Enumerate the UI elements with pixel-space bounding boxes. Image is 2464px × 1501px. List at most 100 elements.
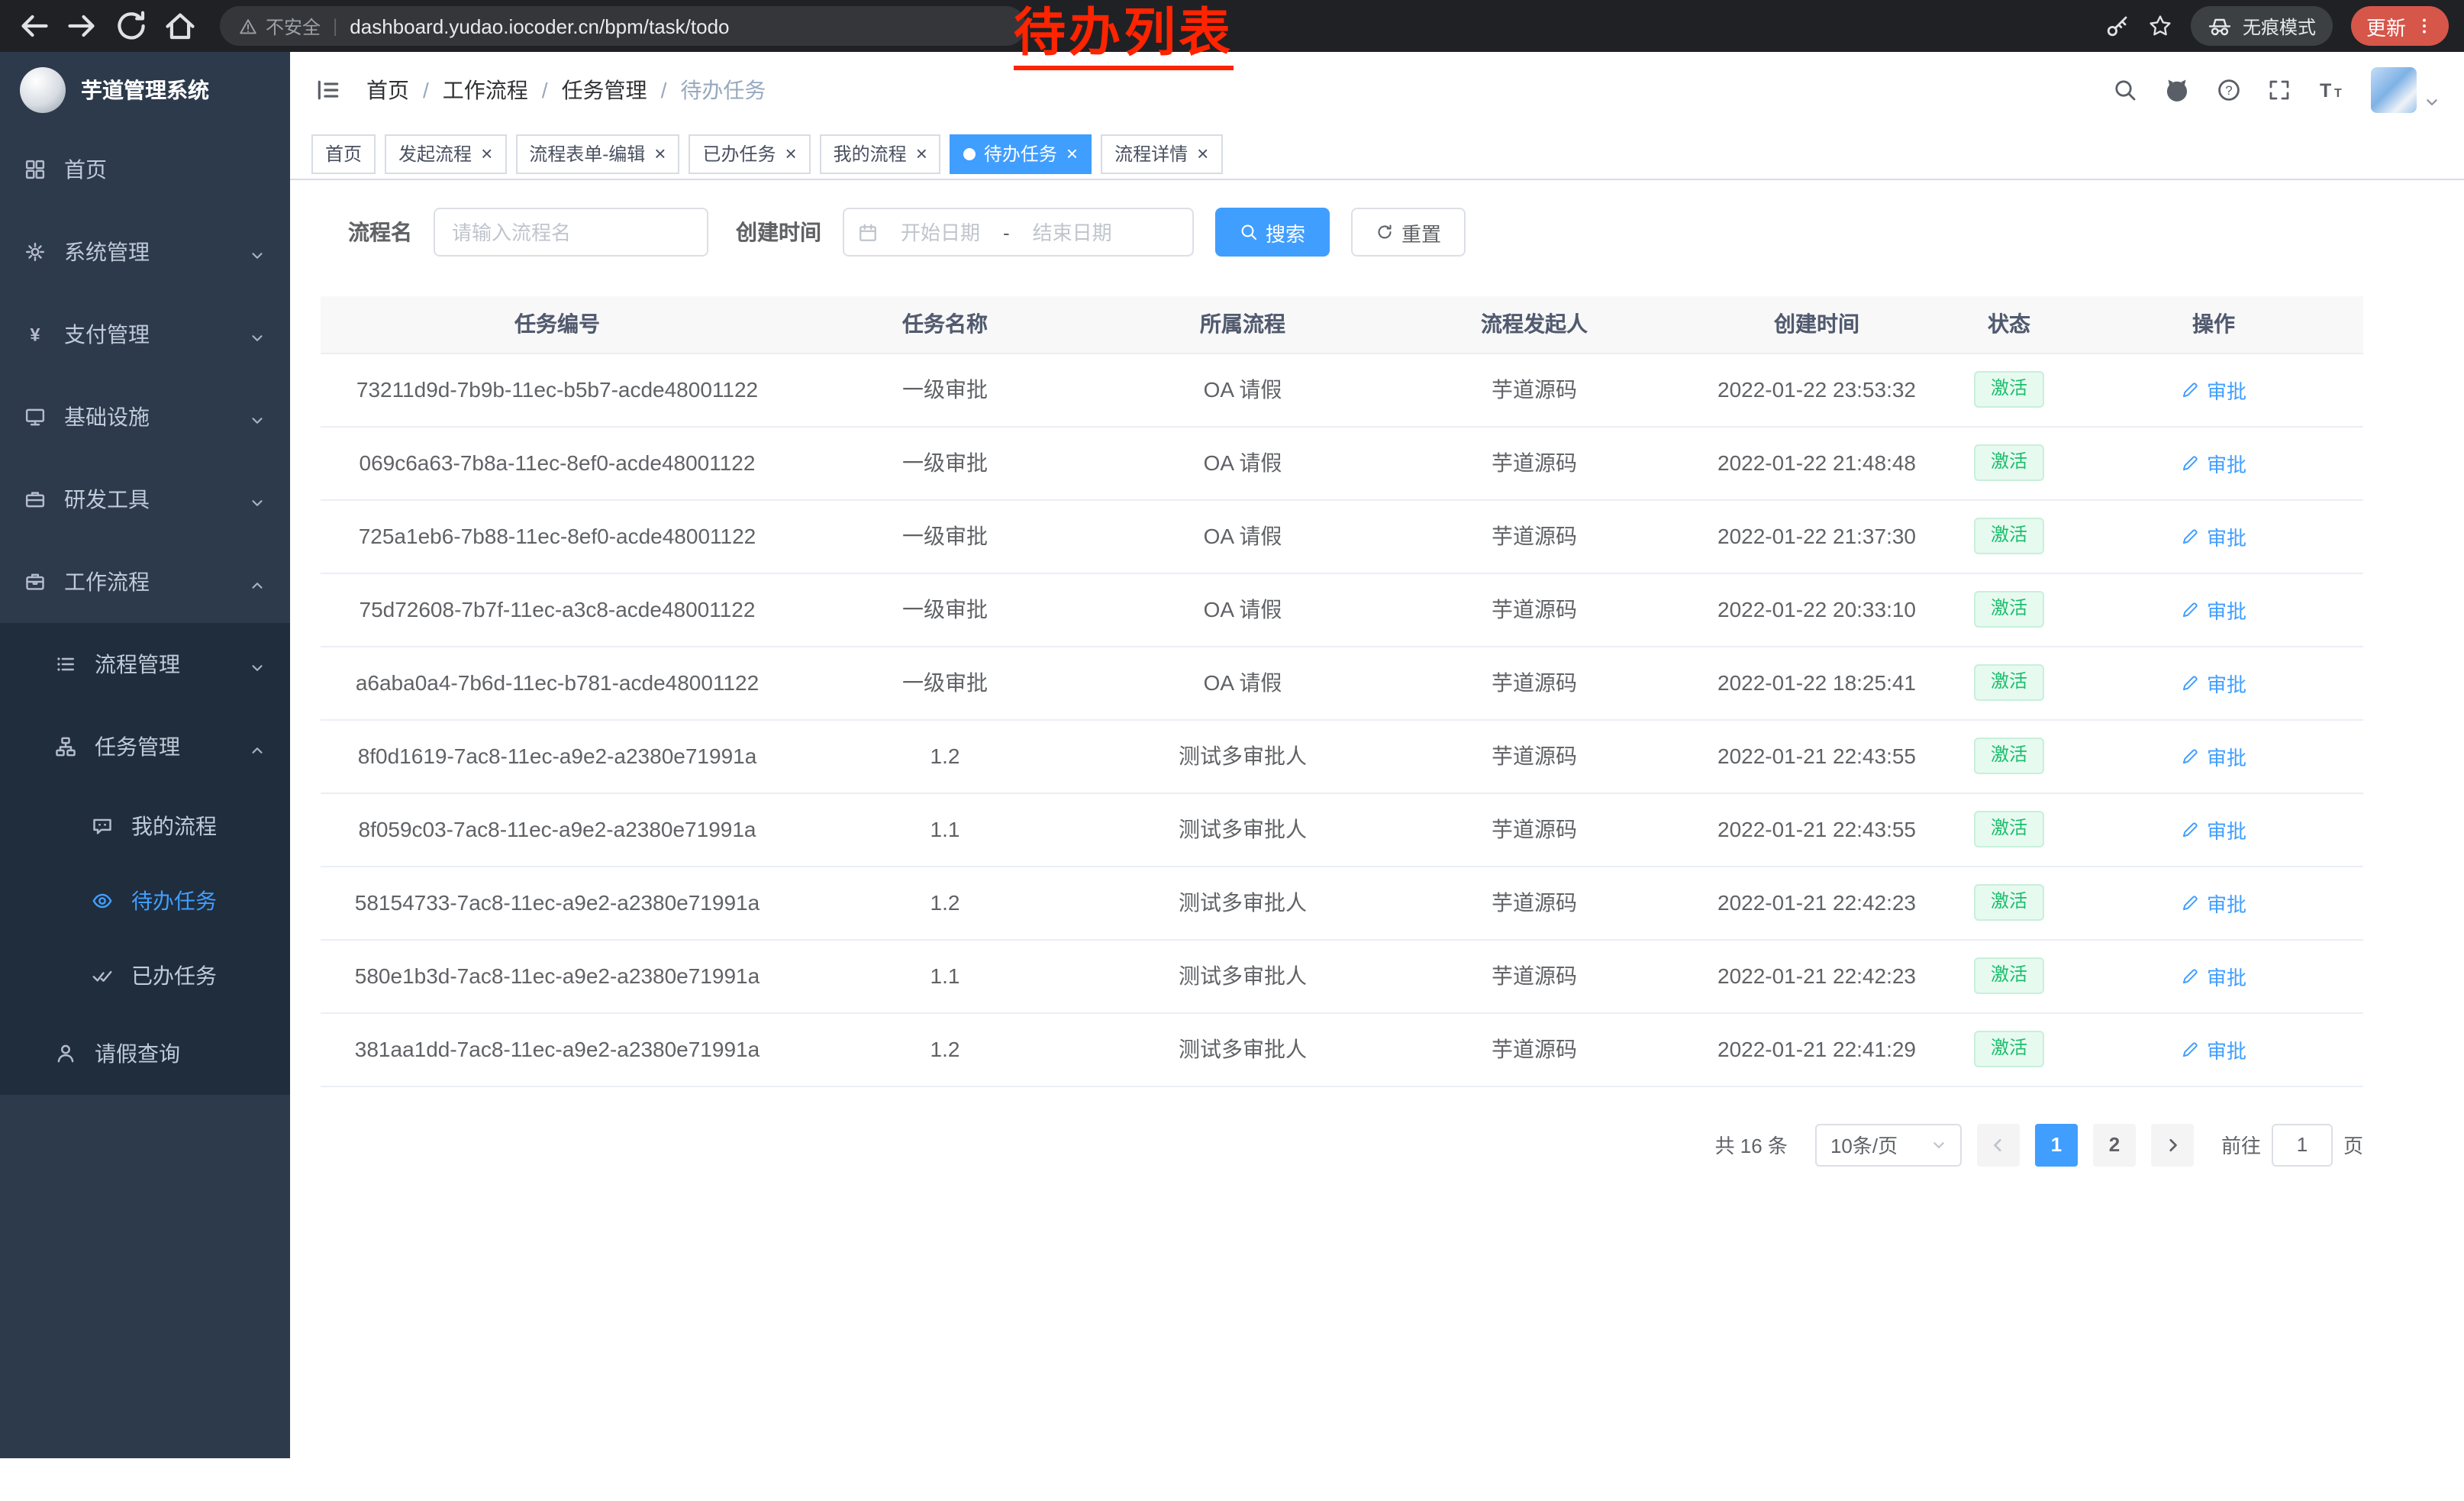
toolbox-icon <box>24 489 46 510</box>
page-size-select[interactable]: 10条/页 <box>1815 1123 1962 1166</box>
app-title: 芋道管理系统 <box>81 75 209 105</box>
approve-link[interactable]: 审批 <box>2181 595 2246 624</box>
user-menu[interactable] <box>2371 67 2440 113</box>
forward-icon[interactable] <box>64 8 101 44</box>
double-check-icon <box>92 964 113 986</box>
font-size-icon[interactable]: TT <box>2317 76 2345 104</box>
sidebar-item-7[interactable]: 任务管理 <box>0 705 290 788</box>
kebab-menu-icon[interactable] <box>2415 17 2433 35</box>
cell-task-id: 8f0d1619-7ac8-11ec-a9e2-a2380e71991a <box>321 719 794 792</box>
chrome-right-controls: 无痕模式 更新 <box>2105 6 2449 46</box>
help-icon[interactable]: ? <box>2217 78 2241 102</box>
sidebar-item-0[interactable]: 首页 <box>0 128 290 211</box>
page-button-1[interactable]: 1 <box>2035 1123 2078 1166</box>
incognito-icon <box>2208 14 2232 38</box>
edit-icon <box>2181 379 2201 399</box>
fullscreen-icon[interactable] <box>2267 78 2291 102</box>
table-row: 8f059c03-7ac8-11ec-a9e2-a2380e71991a1.1测… <box>321 792 2363 866</box>
goto-page-input[interactable] <box>2272 1123 2333 1166</box>
star-icon[interactable] <box>2148 14 2172 38</box>
approve-link[interactable]: 审批 <box>2181 448 2246 477</box>
key-icon[interactable] <box>2105 14 2130 38</box>
approve-link[interactable]: 审批 <box>2181 1035 2246 1064</box>
search-icon[interactable] <box>2113 78 2137 102</box>
range-separator: - <box>1003 221 1010 244</box>
approve-link-label: 审批 <box>2207 888 2246 917</box>
close-icon[interactable]: × <box>785 144 796 163</box>
sidebar-item-label: 基础设施 <box>64 402 150 432</box>
sidebar-item-2[interactable]: ¥支付管理 <box>0 293 290 376</box>
sidebar-item-6[interactable]: 流程管理 <box>0 623 290 705</box>
close-icon[interactable]: × <box>1197 144 1208 163</box>
avatar[interactable] <box>2371 67 2417 113</box>
prev-page-button[interactable] <box>1977 1123 2020 1166</box>
approve-link[interactable]: 审批 <box>2181 815 2246 844</box>
cell-task-id: 58154733-7ac8-11ec-a9e2-a2380e71991a <box>321 866 794 939</box>
back-icon[interactable] <box>15 8 52 44</box>
sidebar-item-11[interactable]: 请假查询 <box>0 1012 290 1095</box>
security-indicator[interactable]: 不安全 <box>238 13 321 39</box>
sidebar-item-8[interactable]: 我的流程 <box>0 788 290 863</box>
address-bar[interactable]: 不安全 | dashboard.yudao.iocoder.cn/bpm/tas… <box>220 6 1026 46</box>
caret-down-icon <box>2424 95 2440 110</box>
breadcrumb-item[interactable]: 首页 <box>366 75 409 105</box>
breadcrumb-item[interactable]: 工作流程 <box>443 75 528 105</box>
process-name-input[interactable] <box>434 208 708 257</box>
github-icon[interactable] <box>2163 76 2191 104</box>
cell-starter: 芋道源码 <box>1389 792 1679 866</box>
chevron-down-icon <box>1931 1137 1946 1152</box>
edit-icon <box>2181 599 2201 619</box>
sidebar-item-1[interactable]: 系统管理 <box>0 211 290 293</box>
edit-icon <box>2181 526 2201 546</box>
tab-1[interactable]: 发起流程× <box>385 134 506 173</box>
start-date-input[interactable] <box>884 221 997 244</box>
chevron-down-icon <box>249 491 266 508</box>
sidebar-item-3[interactable]: 基础设施 <box>0 376 290 458</box>
tab-5[interactable]: 待办任务 × <box>950 134 1092 173</box>
home-icon[interactable] <box>162 8 198 44</box>
approve-link[interactable]: 审批 <box>2181 521 2246 550</box>
approve-link-label: 审批 <box>2207 1035 2246 1064</box>
update-button[interactable]: 更新 <box>2351 6 2449 46</box>
breadcrumb-separator: / <box>661 78 667 102</box>
close-icon[interactable]: × <box>1066 144 1078 163</box>
sidebar-item-9[interactable]: 待办任务 <box>0 863 290 938</box>
status-badge: 激活 <box>1974 811 2044 847</box>
approve-link[interactable]: 审批 <box>2181 888 2246 917</box>
breadcrumb-item[interactable]: 任务管理 <box>562 75 647 105</box>
close-icon[interactable]: × <box>654 144 666 163</box>
approve-link[interactable]: 审批 <box>2181 741 2246 770</box>
tab-4[interactable]: 我的流程× <box>820 134 941 173</box>
sidebar: 芋道管理系统 首页系统管理¥支付管理基础设施研发工具工作流程流程管理任务管理我的… <box>0 52 290 1458</box>
approve-link[interactable]: 审批 <box>2181 668 2246 697</box>
tab-0[interactable]: 首页 <box>311 134 376 173</box>
end-date-input[interactable] <box>1016 221 1129 244</box>
tab-label: 待办任务 <box>984 140 1057 166</box>
cell-created: 2022-01-21 22:42:23 <box>1679 866 1954 939</box>
column-header: 状态 <box>1954 296 2064 353</box>
sidebar-toggle-icon[interactable] <box>314 76 342 104</box>
reload-icon[interactable] <box>113 8 150 44</box>
approve-link[interactable]: 审批 <box>2181 375 2246 404</box>
main-area: 首页/工作流程/任务管理/待办任务 ? TT 首页发起流程×流程表单-编辑×已办… <box>290 52 2464 1458</box>
tab-label: 首页 <box>325 140 362 166</box>
sidebar-item-10[interactable]: 已办任务 <box>0 938 290 1012</box>
tab-6[interactable]: 流程详情× <box>1101 134 1222 173</box>
active-tab-dot <box>964 147 976 160</box>
cell-created: 2022-01-22 23:53:32 <box>1679 353 1954 426</box>
next-page-button[interactable] <box>2151 1123 2194 1166</box>
close-icon[interactable]: × <box>481 144 492 163</box>
reset-button[interactable]: 重置 <box>1351 208 1466 257</box>
cell-starter: 芋道源码 <box>1389 1012 1679 1086</box>
sidebar-item-5[interactable]: 工作流程 <box>0 541 290 623</box>
tab-3[interactable]: 已办任务× <box>689 134 810 173</box>
sidebar-logo[interactable]: 芋道管理系统 <box>0 52 290 128</box>
date-range-picker[interactable]: - <box>843 208 1194 257</box>
search-button[interactable]: 搜索 <box>1215 208 1330 257</box>
incognito-badge: 无痕模式 <box>2191 6 2333 46</box>
page-button-2[interactable]: 2 <box>2093 1123 2136 1166</box>
approve-link[interactable]: 审批 <box>2181 961 2246 990</box>
sidebar-item-4[interactable]: 研发工具 <box>0 458 290 541</box>
close-icon[interactable]: × <box>916 144 927 163</box>
tab-2[interactable]: 流程表单-编辑× <box>515 134 679 173</box>
